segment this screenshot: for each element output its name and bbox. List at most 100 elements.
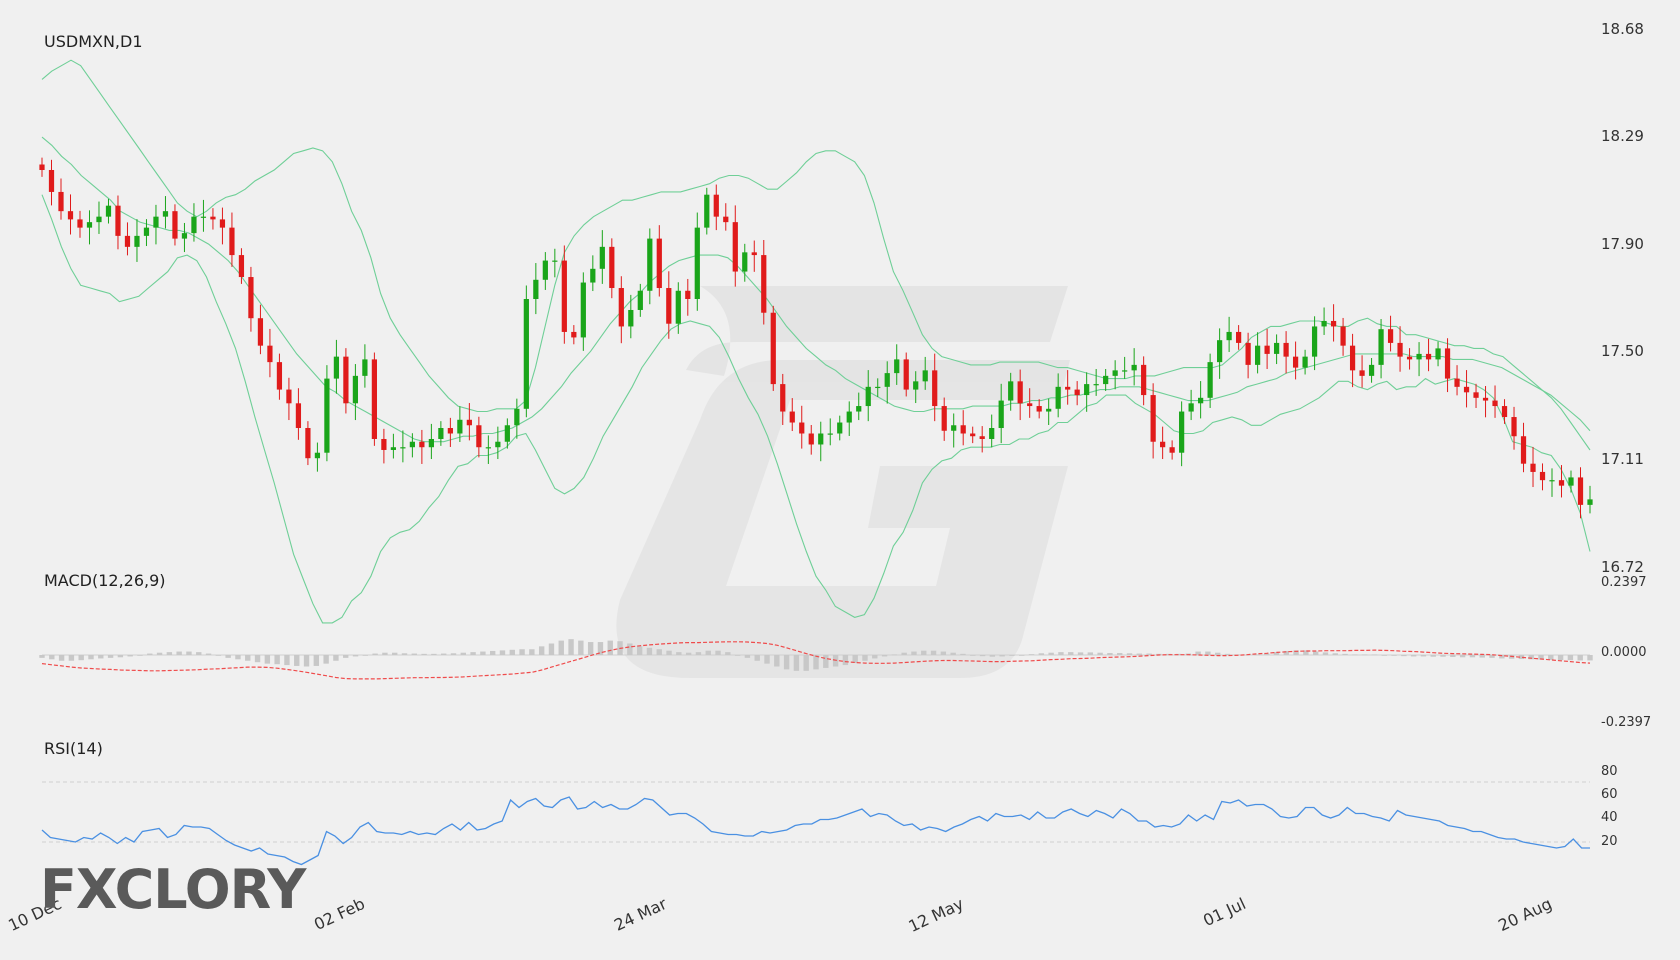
price-tick: 17.90 bbox=[1601, 235, 1644, 253]
candle bbox=[1093, 368, 1099, 396]
candle-body bbox=[1283, 342, 1289, 357]
macd-histogram-bar bbox=[441, 653, 447, 655]
candle-body bbox=[1406, 356, 1413, 360]
candle-body bbox=[960, 425, 966, 434]
candle bbox=[200, 199, 207, 232]
macd-histogram-bar bbox=[548, 643, 555, 655]
candle bbox=[324, 365, 330, 462]
rsi-tick: 60 bbox=[1601, 787, 1618, 802]
candle-body bbox=[1017, 381, 1023, 404]
macd-histogram-bar bbox=[793, 655, 800, 671]
macd-histogram-bar bbox=[1342, 653, 1348, 655]
candle bbox=[1292, 341, 1299, 380]
candle-body bbox=[1141, 364, 1147, 396]
candle bbox=[115, 195, 121, 250]
candle bbox=[1217, 328, 1223, 379]
macd-histogram-bar bbox=[627, 643, 633, 655]
candle-body bbox=[134, 235, 140, 247]
candle-body bbox=[628, 309, 634, 327]
rsi-tick: 20 bbox=[1601, 834, 1618, 849]
logo-x-mark: X bbox=[75, 858, 116, 921]
macd-histogram-bar bbox=[1469, 655, 1476, 658]
candle-body bbox=[637, 290, 643, 310]
candle bbox=[979, 426, 985, 453]
candle bbox=[1273, 334, 1280, 365]
candle-body bbox=[1122, 370, 1128, 372]
macd-histogram-bar bbox=[764, 655, 770, 664]
candle-body bbox=[428, 438, 434, 448]
candle bbox=[1359, 355, 1365, 388]
candle-body bbox=[96, 216, 102, 223]
macd-histogram-bar bbox=[578, 640, 584, 655]
macd-histogram-bar bbox=[823, 655, 829, 668]
candle-body bbox=[1558, 480, 1565, 486]
rsi-line bbox=[41, 796, 1590, 866]
candle bbox=[1463, 370, 1470, 408]
macd-histogram-bar bbox=[303, 655, 310, 667]
candle bbox=[514, 398, 520, 439]
candle-body bbox=[647, 238, 653, 291]
macd-histogram-bar bbox=[156, 652, 163, 655]
candle bbox=[1397, 326, 1403, 372]
macd-tick: -0.2397 bbox=[1601, 715, 1652, 730]
candle bbox=[704, 187, 710, 235]
macd-histogram-bar bbox=[1205, 651, 1211, 655]
candle-body bbox=[1368, 364, 1375, 376]
macd-histogram-bar bbox=[264, 655, 271, 664]
macd-histogram-bar bbox=[803, 655, 809, 671]
macd-histogram-bar bbox=[313, 655, 320, 666]
macd-histogram-bar bbox=[862, 655, 868, 661]
macd-histogram-bar bbox=[274, 655, 280, 665]
candle-body bbox=[1027, 403, 1033, 407]
macd-histogram-bar bbox=[950, 652, 956, 655]
candle-body bbox=[124, 235, 131, 247]
candle-body bbox=[371, 359, 378, 439]
candle bbox=[1131, 348, 1137, 386]
candle bbox=[1511, 406, 1517, 450]
candle bbox=[67, 194, 74, 235]
candle-body bbox=[200, 216, 207, 218]
candle-body bbox=[1397, 342, 1403, 357]
macd-histogram-bar bbox=[1068, 652, 1074, 655]
candle bbox=[989, 414, 995, 448]
bollinger-lower-line bbox=[41, 194, 1591, 624]
candle-body bbox=[894, 359, 900, 374]
candle bbox=[533, 263, 539, 315]
candle-body bbox=[172, 211, 178, 239]
candle bbox=[770, 305, 776, 391]
chart-canvas bbox=[39, 59, 1593, 866]
symbol-title: USDMXN,D1 bbox=[44, 32, 143, 51]
candle bbox=[732, 205, 738, 287]
candle-body bbox=[846, 411, 852, 423]
candle-body bbox=[447, 428, 453, 434]
candle bbox=[1349, 333, 1356, 388]
candle-body bbox=[590, 268, 596, 283]
candle bbox=[1435, 341, 1441, 367]
macd-histogram-bar bbox=[98, 655, 104, 659]
candle-body bbox=[1511, 417, 1517, 437]
candle bbox=[1454, 365, 1460, 396]
candle-body bbox=[1416, 353, 1422, 360]
candle bbox=[1046, 398, 1052, 425]
macd-histogram-bar bbox=[881, 655, 888, 657]
macd-histogram-bar bbox=[215, 655, 222, 656]
macd-histogram-bar bbox=[1567, 655, 1574, 661]
candle-body bbox=[837, 422, 843, 434]
macd-histogram-bar bbox=[225, 655, 231, 658]
candle-body bbox=[666, 288, 672, 324]
macd-histogram-bar bbox=[1028, 654, 1035, 655]
candle bbox=[1425, 338, 1432, 372]
macd-histogram-bar bbox=[489, 650, 496, 655]
macd-histogram-bar bbox=[901, 652, 907, 655]
macd-histogram-bar bbox=[127, 655, 133, 657]
macd-histogram-bar bbox=[499, 650, 506, 655]
candle-body bbox=[333, 356, 340, 379]
candle-body bbox=[1302, 356, 1308, 368]
candle-body bbox=[1359, 370, 1365, 376]
candle bbox=[1539, 463, 1546, 491]
candle-body bbox=[827, 433, 833, 435]
candle-body bbox=[1084, 384, 1090, 396]
macd-histogram-bar bbox=[1077, 652, 1084, 655]
logo-text-left: F bbox=[40, 858, 77, 921]
candle bbox=[1074, 381, 1080, 406]
